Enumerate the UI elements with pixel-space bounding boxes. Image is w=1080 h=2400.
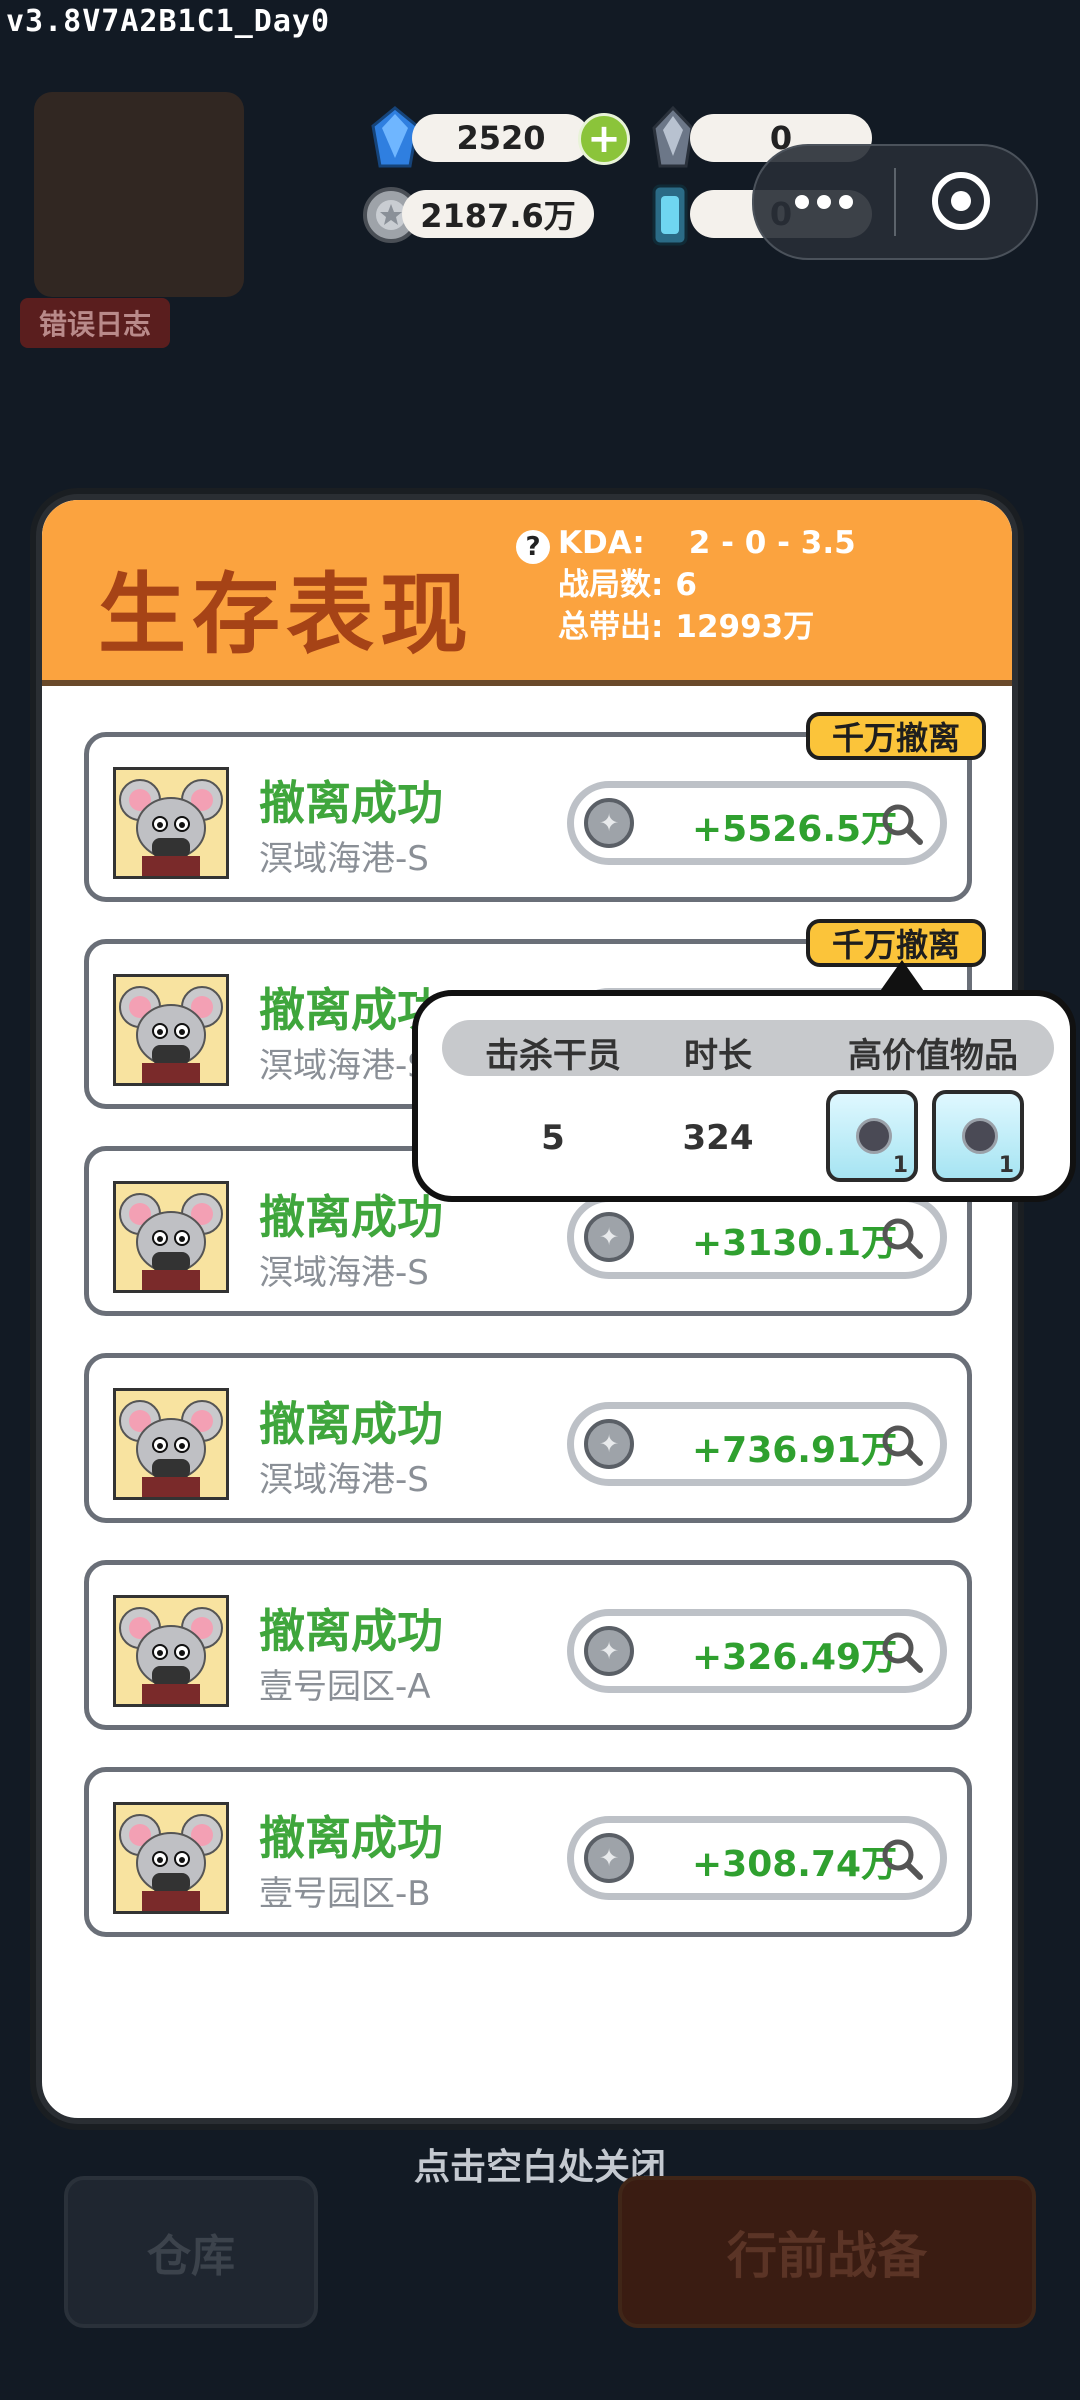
duration-value: 324 (682, 1118, 754, 1158)
gem-balance: 2520 (412, 114, 590, 162)
panel-header: 生存表现 ? KDA: 2 - 0 - 3.5 战局数: 6 总带出: 1299… (42, 500, 1012, 686)
extraction-record-card[interactable]: 撤离成功壹号园区-B +308.74万 (84, 1767, 972, 1937)
total-value: 12993万 (675, 609, 815, 645)
kills-header: 击杀干员 (485, 1036, 621, 1076)
value-pill[interactable]: +326.49万 (567, 1609, 947, 1693)
record-value: +3130.1万 (692, 1223, 898, 1264)
extraction-record-card[interactable]: 撤离成功壹号园区-A +326.49万 (84, 1560, 972, 1730)
kills-value: 5 (541, 1118, 565, 1158)
record-value: +5526.5万 (692, 809, 898, 850)
coin-icon (584, 1212, 634, 1262)
matches-value: 6 (675, 567, 697, 603)
record-status: 撤离成功 (259, 1190, 443, 1244)
miniprogram-capsule (752, 144, 1038, 260)
error-log-button[interactable]: 错误日志 (20, 298, 170, 348)
coin-icon (584, 798, 634, 848)
popover-tail (878, 960, 926, 994)
warehouse-button[interactable]: 仓库 (64, 2176, 318, 2328)
operator-avatar (113, 1595, 229, 1707)
coin-icon (584, 1626, 634, 1676)
stats-summary: KDA: 2 - 0 - 3.5 战局数: 6 总带出: 12993万 (516, 522, 856, 648)
operator-avatar (113, 1388, 229, 1500)
survival-performance-panel: 生存表现 ? KDA: 2 - 0 - 3.5 战局数: 6 总带出: 1299… (36, 494, 1018, 2124)
value-pill[interactable]: +736.91万 (567, 1402, 947, 1486)
record-map: 溟域海港-S (259, 1046, 429, 1086)
crate-icon (652, 184, 688, 246)
total-label: 总带出: (558, 609, 664, 645)
record-value: +326.49万 (692, 1637, 898, 1678)
kda-value: 2 - 0 - 3.5 (688, 525, 856, 561)
record-map: 溟域海港-S (259, 839, 429, 879)
coin-balance: 2187.6万 (402, 190, 594, 238)
record-value: +308.74万 (692, 1844, 898, 1885)
magnifier-icon[interactable] (878, 1421, 926, 1469)
matches-label: 战局数: (558, 567, 664, 603)
magnifier-icon[interactable] (878, 1835, 926, 1883)
ten-million-extraction-badge: 千万撤离 (806, 712, 987, 760)
operator-avatar (113, 974, 229, 1086)
record-status: 撤离成功 (259, 1811, 443, 1865)
item-count: 1 (998, 1153, 1014, 1178)
record-map: 溟域海港-S (259, 1460, 429, 1500)
kda-label: KDA: (558, 525, 645, 561)
item-gem-icon (856, 1118, 892, 1154)
operator-avatar (113, 1802, 229, 1914)
record-status: 撤离成功 (259, 1604, 443, 1658)
panel-title: 生存表现 (98, 563, 475, 666)
coin-icon (584, 1833, 634, 1883)
record-map: 壹号园区-B (259, 1874, 431, 1914)
magnifier-icon[interactable] (878, 1628, 926, 1676)
coin-icon (584, 1419, 634, 1469)
add-gems-button[interactable]: + (578, 113, 630, 165)
player-avatar (34, 92, 244, 297)
value-pill[interactable]: +3130.1万 (567, 1195, 947, 1279)
item-gem-icon (962, 1118, 998, 1154)
record-status: 撤离成功 (259, 776, 443, 830)
extraction-record-card[interactable]: 撤离成功溟域海港-S +736.91万 (84, 1353, 972, 1523)
pre-battle-prep-button[interactable]: 行前战备 (618, 2176, 1036, 2328)
high-value-item-slot[interactable]: 1 (932, 1090, 1024, 1182)
record-status: 撤离成功 (259, 1397, 443, 1451)
value-pill[interactable]: +5526.5万 (567, 781, 947, 865)
value-pill[interactable]: +308.74万 (567, 1816, 947, 1900)
prep-label: 行前战备 (727, 2227, 927, 2285)
gem-balance-value: 2520 (456, 119, 546, 157)
record-map: 壹号园区-A (259, 1667, 431, 1707)
magnifier-icon[interactable] (878, 800, 926, 848)
operator-avatar (113, 767, 229, 879)
items-header: 高价值物品 (848, 1036, 1018, 1076)
close-miniprogram-button[interactable] (932, 172, 990, 230)
more-menu-button[interactable] (754, 146, 894, 258)
record-map: 溟域海港-S (259, 1253, 429, 1293)
capsule-divider (894, 168, 896, 236)
record-detail-popover: 击杀干员 时长 高价值物品 5 324 1 1 (412, 990, 1076, 1202)
item-count: 1 (892, 1153, 908, 1178)
high-value-item-slot[interactable]: 1 (826, 1090, 918, 1182)
version-label: v3.8V7A2B1C1_Day0 (6, 4, 331, 39)
record-value: +736.91万 (692, 1430, 898, 1471)
warehouse-label: 仓库 (147, 2231, 235, 2282)
coin-balance-value: 2187.6万 (420, 197, 576, 235)
magnifier-icon[interactable] (878, 1214, 926, 1262)
duration-header: 时长 (684, 1036, 752, 1076)
operator-avatar (113, 1181, 229, 1293)
